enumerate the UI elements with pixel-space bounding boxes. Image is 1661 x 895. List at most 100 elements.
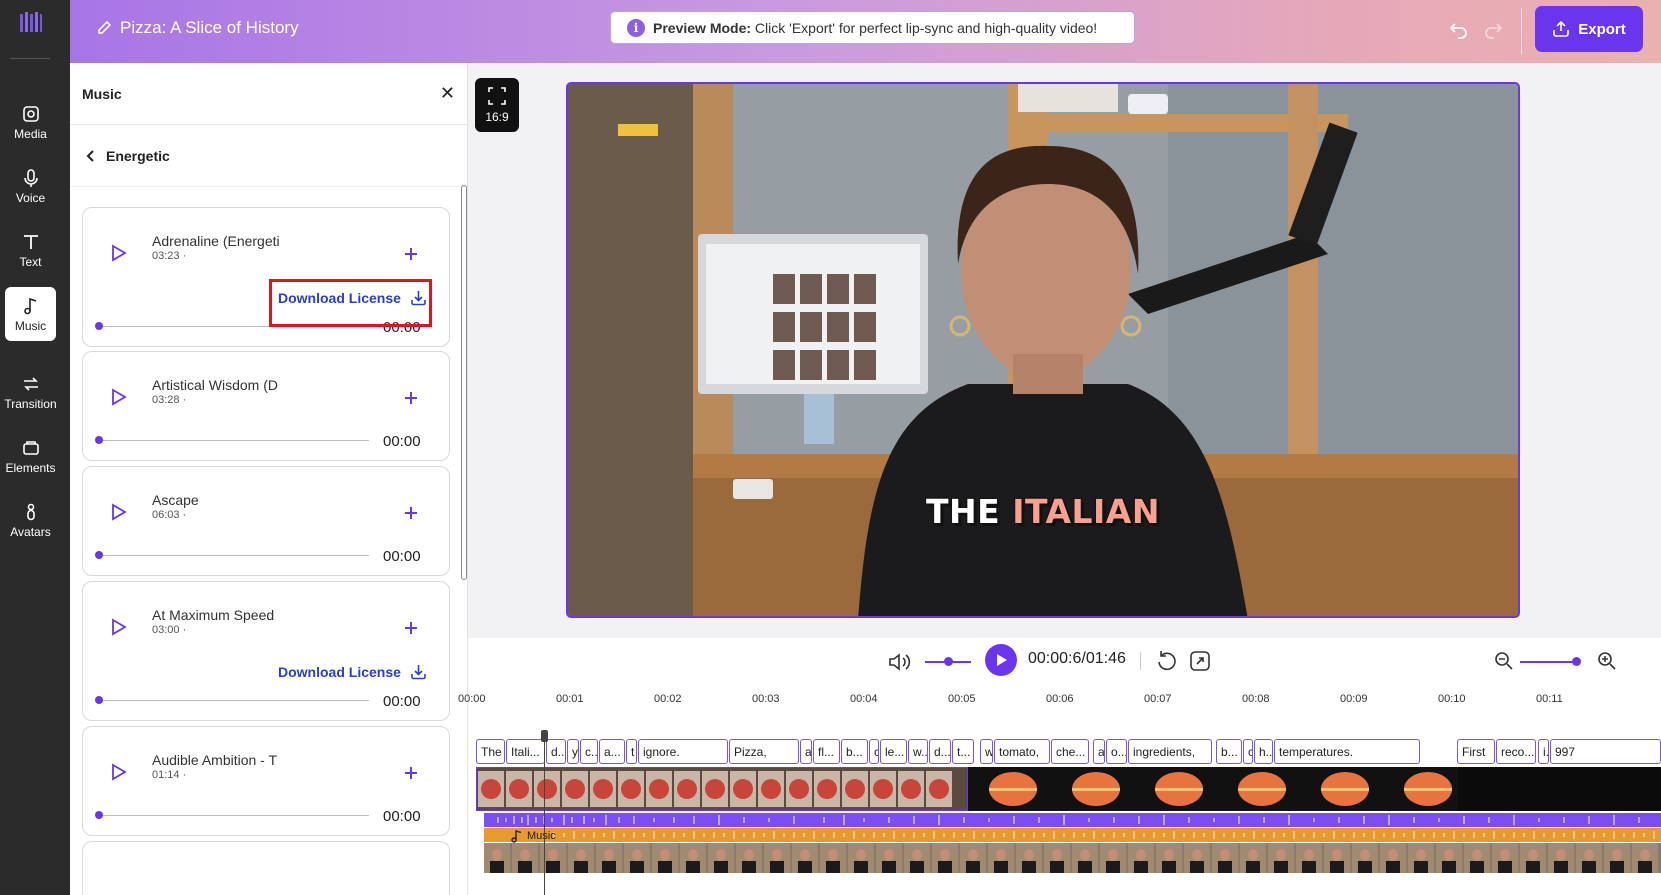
caption-word-clip[interactable]: c... [580,739,598,764]
category-back-row[interactable]: Energetic [70,125,467,187]
timeline-tick: 00:04 [850,693,878,705]
project-title[interactable]: Pizza: A Slice of History [96,18,299,38]
play-icon[interactable] [109,244,127,262]
track-time: 00:00 [383,693,421,710]
caption-word-clip[interactable]: t [626,739,637,764]
chevron-left-icon [86,149,94,162]
timeline-tick: 00:07 [1144,693,1172,705]
microphone-icon [23,168,38,187]
rail-item-voice[interactable]: Voice [5,159,56,213]
caption-word-clip[interactable]: ingredients, [1128,739,1212,764]
timeline-zoom-knob[interactable] [1572,657,1581,666]
timeline-zoom-slider[interactable] [1520,661,1580,663]
playhead[interactable] [544,740,545,895]
add-track-icon[interactable] [403,765,419,781]
add-track-icon[interactable] [403,620,419,636]
caption-word-clip[interactable]: le... [880,739,907,764]
rail-item-music[interactable]: Music [5,287,56,341]
caption-word-clip[interactable]: reco... [1496,739,1536,764]
music-track-card[interactable]: At Maximum Speed 03:00 · Download Licens… [82,581,450,721]
music-track-card[interactable]: Ascape 06:03 · 00:00 [82,466,450,576]
preview-mode-label: Preview Mode: [653,19,752,36]
video-preview[interactable]: THE ITALIAN [566,82,1520,618]
caption-word-clip[interactable]: c [1243,739,1253,764]
restart-icon[interactable] [1155,649,1179,673]
close-panel-button[interactable]: ✕ [440,83,455,104]
voice-audio-track[interactable] [484,813,1661,827]
caption-word-clip[interactable]: b... [841,739,868,764]
caption-word-clip[interactable]: b... [1216,739,1242,764]
music-track-card[interactable] [82,841,450,895]
caption-word-clip[interactable]: ignore. [638,739,728,764]
fullscreen-icon[interactable] [1188,649,1212,673]
caption-word-clip[interactable]: c [869,739,879,764]
rail-item-elements[interactable]: Elements [5,429,56,483]
redo-icon[interactable] [1482,18,1504,40]
caption-word-clip[interactable]: a [800,739,812,764]
caption-word-clip[interactable]: The [476,739,505,764]
video-clip-food[interactable] [968,767,1458,811]
play-icon[interactable] [109,763,127,781]
progress-track[interactable] [99,700,369,701]
play-icon[interactable] [109,503,127,521]
progress-knob[interactable] [95,811,103,819]
caption-word-clip[interactable]: h... [1254,739,1273,764]
caption-word-clip[interactable]: t... [952,739,974,764]
avatar-video-track[interactable] [484,843,1661,873]
progress-track[interactable] [99,555,369,556]
rail-item-label: Media [14,126,47,141]
caption-word-clip[interactable]: d... [546,739,566,764]
app-logo-icon[interactable] [18,10,44,36]
music-audio-track[interactable] [484,828,1661,842]
progress-knob[interactable] [95,551,103,559]
caption-word-clip[interactable]: o... [1106,739,1127,764]
export-button[interactable]: Export [1535,6,1643,52]
progress-track[interactable] [99,440,369,441]
panel-scrollbar[interactable] [461,185,467,580]
progress-knob[interactable] [95,436,103,444]
caption-word-clip[interactable]: w... [908,739,928,764]
caption-word-clip[interactable]: First [1457,739,1495,764]
play-icon[interactable] [109,618,127,636]
volume-icon[interactable] [887,651,911,673]
progress-knob[interactable] [95,322,103,330]
music-track-card[interactable]: Artistical Wisdom (D 03:28 · 00:00 [82,351,450,461]
music-track-card[interactable]: Audible Ambition - T 01:14 · 00:00 [82,726,450,836]
zoom-in-icon[interactable] [1597,651,1617,671]
play-button[interactable] [985,644,1017,676]
caption-word-clip[interactable]: w [980,739,993,764]
zoom-out-icon[interactable] [1494,651,1514,671]
top-bar: Pizza: A Slice of History i Preview Mode… [70,0,1661,63]
caption-word-clip[interactable]: d... [929,739,951,764]
add-track-icon[interactable] [403,246,419,262]
caption-word-clip[interactable]: temperatures. [1274,739,1420,764]
play-icon[interactable] [109,388,127,406]
progress-knob[interactable] [95,696,103,704]
download-license-link[interactable]: Download License [278,663,427,680]
caption-word-clip[interactable]: y [567,739,579,764]
caption-word-clip[interactable]: 997 [1550,739,1661,764]
caption-word-clip[interactable]: Itali... [506,739,545,764]
video-clip-empty[interactable] [1458,767,1661,811]
caption-word-clip[interactable]: a... [599,739,625,764]
rail-item-text[interactable]: Text [5,223,56,277]
rail-item-avatars[interactable]: Avatars [5,493,56,547]
volume-slider-knob[interactable] [944,657,953,666]
caption-word-clip[interactable]: Pizza, [729,739,799,764]
add-track-icon[interactable] [403,390,419,406]
aspect-ratio-button[interactable]: 16:9 [475,78,519,132]
timeline-tick: 00:03 [752,693,780,705]
add-track-icon[interactable] [403,505,419,521]
caption-word-clip[interactable]: che... [1051,739,1089,764]
preview-mode-banner: i Preview Mode: Click 'Export' for perfe… [610,11,1135,44]
rail-item-transition[interactable]: Transition [4,365,57,419]
video-clip-pizza[interactable] [476,767,968,811]
caption-word-clip[interactable]: tomato, [994,739,1050,764]
rail-item-media[interactable]: Media [5,95,56,149]
undo-icon[interactable] [1448,18,1470,40]
video-frame-image [568,84,1518,616]
caption-word-clip[interactable]: a [1093,739,1105,764]
caption-word-clip[interactable]: fl... [813,739,840,764]
caption-word-clip[interactable]: i. [1538,739,1549,764]
progress-track[interactable] [99,815,369,816]
